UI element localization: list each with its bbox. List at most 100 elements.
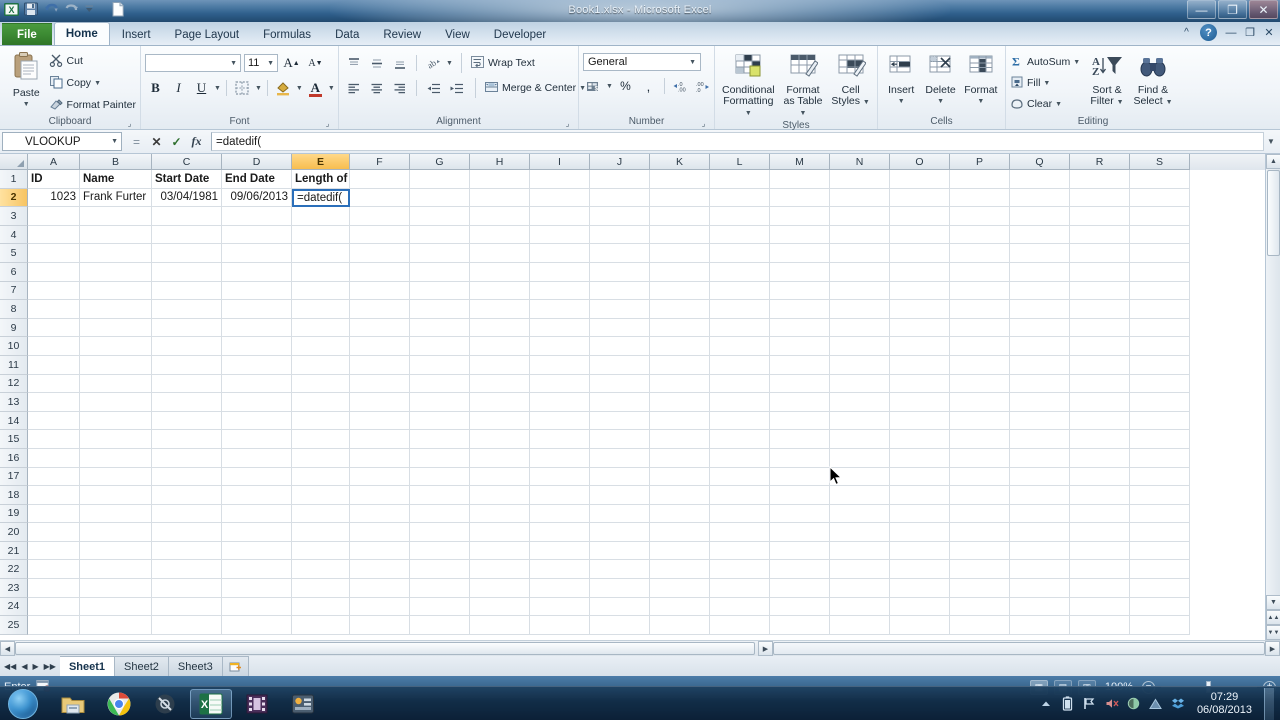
cell-r6[interactable]: [1070, 262, 1130, 282]
cell-f6[interactable]: [350, 262, 410, 282]
cell-m22[interactable]: [770, 560, 830, 580]
autosum-button[interactable]: Σ AutoSum ▼: [1010, 52, 1084, 72]
cell-p23[interactable]: [950, 579, 1010, 598]
cell-j19[interactable]: [590, 504, 650, 524]
cell-e14[interactable]: [292, 411, 350, 431]
cell-q12[interactable]: [1010, 374, 1070, 394]
cell-a16[interactable]: [28, 448, 80, 468]
cell-k25[interactable]: [650, 616, 710, 635]
taskbar-microsoft-excel[interactable]: X: [190, 688, 232, 719]
cell-s21[interactable]: [1130, 541, 1190, 561]
taskbar-windows-explorer[interactable]: [52, 689, 94, 719]
cell-k3[interactable]: [650, 207, 710, 226]
cell-n22[interactable]: [830, 560, 890, 580]
cell-n19[interactable]: [830, 504, 890, 524]
cell-s5[interactable]: [1130, 244, 1190, 263]
cell-j15[interactable]: [590, 430, 650, 449]
cell-q3[interactable]: [1010, 207, 1070, 226]
cell-l3[interactable]: [710, 207, 770, 226]
cell-e13[interactable]: [292, 393, 350, 412]
select-all-button[interactable]: [0, 154, 28, 170]
cell-r13[interactable]: [1070, 393, 1130, 412]
cell-i15[interactable]: [530, 430, 590, 449]
cell-b22[interactable]: [80, 560, 152, 580]
cell-i17[interactable]: [530, 467, 590, 487]
cell-l7[interactable]: [710, 281, 770, 301]
cell-f19[interactable]: [350, 504, 410, 524]
row-header-21[interactable]: 21: [0, 541, 28, 561]
cell-d11[interactable]: [222, 355, 292, 375]
accept-entry-button[interactable]: ✓: [170, 135, 183, 149]
cell-o5[interactable]: [890, 244, 950, 263]
cell-k23[interactable]: [650, 579, 710, 598]
cell-o17[interactable]: [890, 467, 950, 487]
comma-style-button[interactable]: ,: [638, 76, 659, 96]
cell-h14[interactable]: [470, 411, 530, 431]
cell-f21[interactable]: [350, 541, 410, 561]
cell-g12[interactable]: [410, 374, 470, 394]
cell-f8[interactable]: [350, 300, 410, 319]
cell-s9[interactable]: [1130, 318, 1190, 338]
cell-d1[interactable]: End Date: [222, 170, 292, 189]
cell-s24[interactable]: [1130, 597, 1190, 617]
sort-filter-caret-icon[interactable]: ▼: [1117, 99, 1124, 106]
first-sheet-button[interactable]: ◀◀: [4, 662, 16, 671]
cell-s14[interactable]: [1130, 411, 1190, 431]
format-painter-button[interactable]: Format Painter: [49, 95, 136, 115]
column-header-h[interactable]: H: [470, 154, 530, 170]
cell-g22[interactable]: [410, 560, 470, 580]
tab-view[interactable]: View: [433, 23, 482, 45]
cell-a10[interactable]: [28, 337, 80, 356]
cell-c22[interactable]: [152, 560, 222, 580]
cell-e20[interactable]: [292, 523, 350, 542]
cell-d16[interactable]: [222, 448, 292, 468]
cell-i3[interactable]: [530, 207, 590, 226]
cell-c19[interactable]: [152, 504, 222, 524]
align-left-button[interactable]: [343, 78, 364, 98]
cell-k15[interactable]: [650, 430, 710, 449]
name-box-caret-icon[interactable]: ▼: [111, 138, 118, 145]
cell-b1[interactable]: Name: [80, 170, 152, 189]
cell-m21[interactable]: [770, 541, 830, 561]
cell-a24[interactable]: [28, 597, 80, 617]
cell-j4[interactable]: [590, 225, 650, 245]
font-size-box[interactable]: 11 ▼: [244, 54, 278, 72]
cell-h3[interactable]: [470, 207, 530, 226]
cell-l6[interactable]: [710, 262, 770, 282]
cell-s3[interactable]: [1130, 207, 1190, 226]
increase-decimal-button[interactable]: .0 .00: [670, 76, 691, 96]
cell-o1[interactable]: [890, 170, 950, 189]
cell-f9[interactable]: [350, 318, 410, 338]
cell-q13[interactable]: [1010, 393, 1070, 412]
cell-g8[interactable]: [410, 300, 470, 319]
tab-page-layout[interactable]: Page Layout: [163, 23, 252, 45]
cell-m24[interactable]: [770, 597, 830, 617]
cell-j8[interactable]: [590, 300, 650, 319]
cell-a5[interactable]: [28, 244, 80, 263]
cell-j2[interactable]: [590, 188, 650, 208]
column-header-n[interactable]: N: [830, 154, 890, 170]
cell-i14[interactable]: [530, 411, 590, 431]
cell-c10[interactable]: [152, 337, 222, 356]
cell-b3[interactable]: [80, 207, 152, 226]
cell-i5[interactable]: [530, 244, 590, 263]
accounting-caret-icon[interactable]: ▼: [606, 83, 613, 90]
row-header-25[interactable]: 25: [0, 616, 28, 635]
cell-r7[interactable]: [1070, 281, 1130, 301]
cell-j11[interactable]: [590, 355, 650, 375]
cell-j23[interactable]: [590, 579, 650, 598]
cell-n1[interactable]: [830, 170, 890, 189]
underline-button[interactable]: U: [191, 78, 212, 98]
cell-o20[interactable]: [890, 523, 950, 542]
horizontal-scrollbar[interactable]: ◀ ▶ ▶: [0, 640, 1280, 656]
scroll-left-button[interactable]: ◀: [0, 641, 15, 656]
cell-j10[interactable]: [590, 337, 650, 356]
insert-cells-button[interactable]: Insert ▼: [882, 52, 920, 107]
cell-n20[interactable]: [830, 523, 890, 542]
cell-d6[interactable]: [222, 262, 292, 282]
column-header-g[interactable]: G: [410, 154, 470, 170]
cell-p1[interactable]: [950, 170, 1010, 189]
orientation-button[interactable]: ab: [423, 53, 444, 73]
row-header-3[interactable]: 3: [0, 207, 28, 226]
orientation-caret-icon[interactable]: ▼: [446, 60, 453, 67]
